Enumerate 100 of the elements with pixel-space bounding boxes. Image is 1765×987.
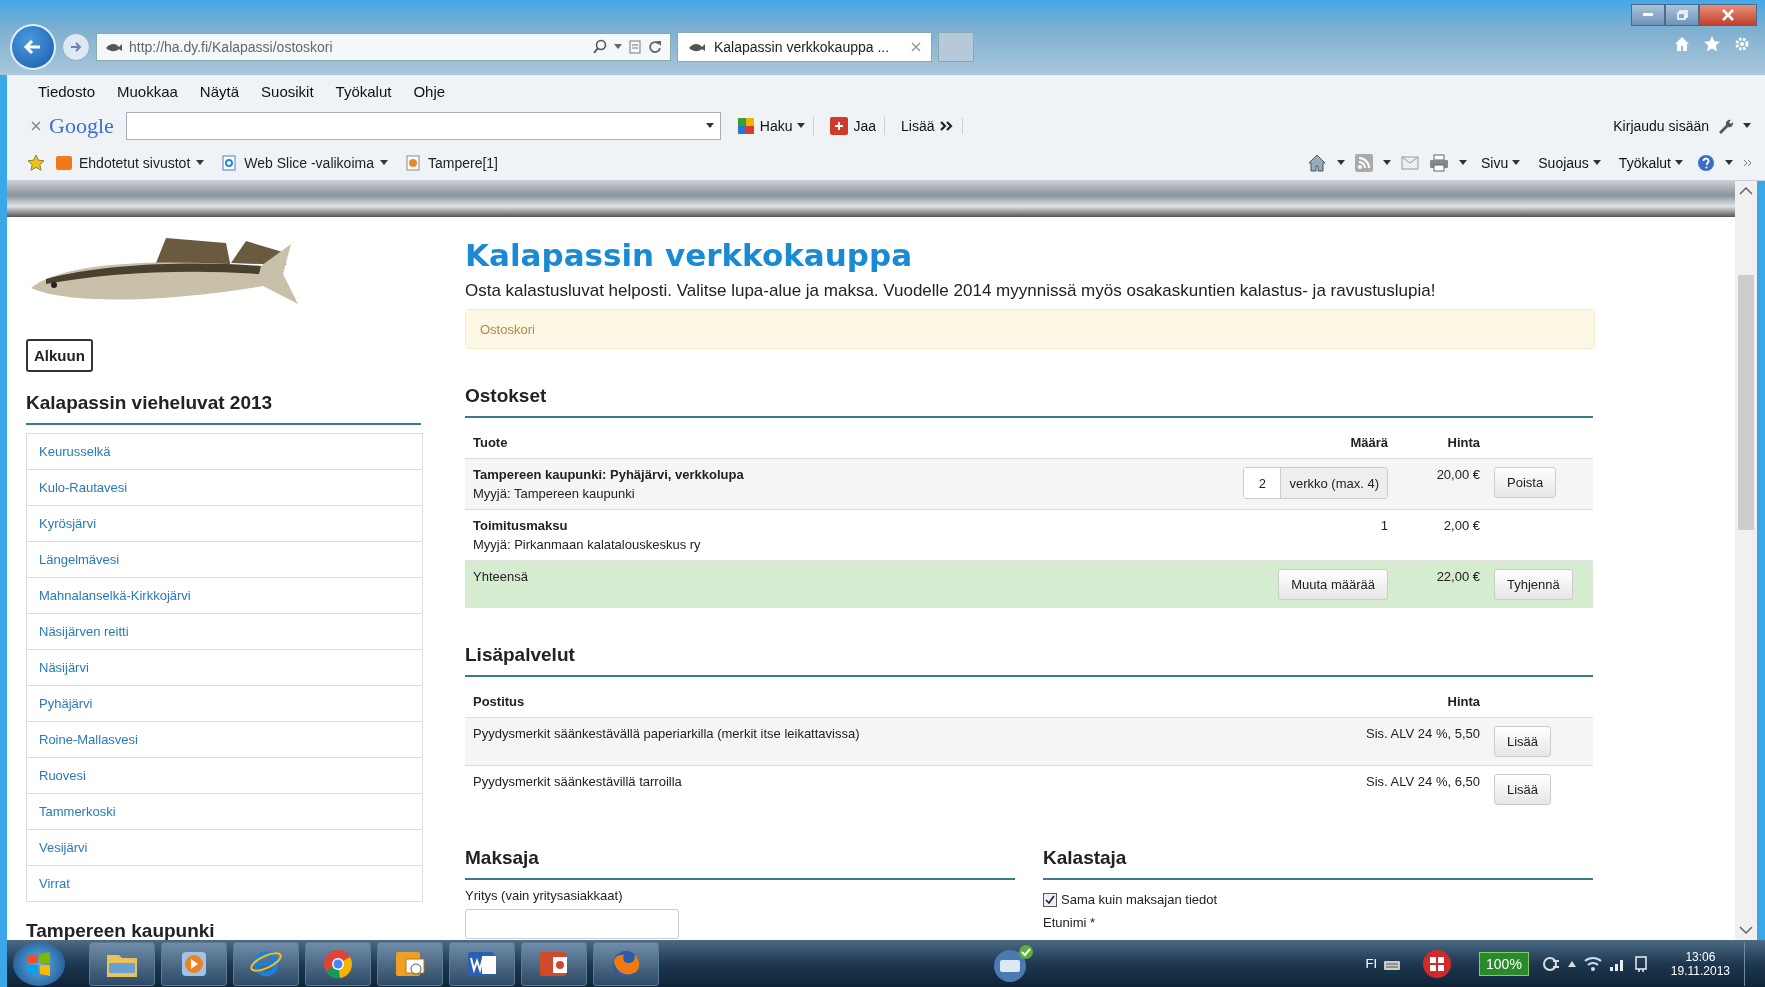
home-icon[interactable] (1307, 152, 1328, 173)
company-field[interactable] (465, 909, 679, 939)
minimize-button[interactable] (1631, 4, 1665, 26)
caret-icon (1512, 159, 1521, 166)
caret-icon (1592, 159, 1601, 166)
wrench-icon[interactable] (1717, 118, 1735, 134)
close-icon[interactable] (31, 121, 41, 131)
lake-link[interactable]: Ruovesi (27, 757, 422, 793)
clock-date: 19.11.2013 (1670, 963, 1730, 978)
update-quantity-button[interactable]: Muuta määrää (1278, 569, 1388, 600)
lake-link[interactable]: Virrat (27, 865, 422, 901)
caret-icon[interactable] (1725, 159, 1733, 166)
caret-icon[interactable] (1383, 159, 1392, 166)
field-label: Etunimi * (1043, 915, 1097, 930)
lake-link[interactable]: Näsijärven reitti (27, 613, 422, 649)
menu-item[interactable]: Ohje (402, 79, 457, 103)
caret-icon[interactable] (1743, 123, 1751, 129)
caret-icon (797, 123, 806, 129)
service-name: Pyydysmerkit säänkestävällä paperiarkilla (merkit itse leikattavissa) (473, 726, 861, 741)
command-menu[interactable]: Työkalut (1618, 154, 1683, 171)
menu-item[interactable]: Suosikit (250, 79, 325, 103)
favorite-link[interactable]: Tampere[1] (403, 154, 498, 171)
add-button[interactable]: Lisää (1494, 726, 1552, 757)
star-icon[interactable] (1703, 35, 1721, 53)
restore-icon (1676, 10, 1688, 20)
lake-link[interactable]: Näsijärvi (27, 649, 422, 685)
search-field[interactable] (125, 112, 721, 140)
home-button[interactable]: Alkuun (26, 339, 93, 372)
maximize-button[interactable] (1665, 4, 1699, 26)
lake-link[interactable]: Längelmävesi (27, 541, 422, 577)
sign-in-link[interactable]: Kirjaudu sisään (1613, 118, 1709, 134)
command-menu[interactable]: Suojaus (1538, 154, 1601, 171)
printer-icon[interactable] (1429, 153, 1450, 172)
caret-icon[interactable] (705, 123, 714, 129)
lake-link[interactable]: Tammerkoski (27, 793, 422, 829)
power-plug-icon[interactable] (1540, 955, 1561, 972)
down-chevron-icon[interactable] (1739, 926, 1753, 934)
close-button[interactable] (1699, 4, 1757, 26)
total-price: 22,00 € (1435, 569, 1480, 584)
menu-item[interactable]: Työkalut (324, 79, 403, 103)
flag-plug-icon[interactable] (1632, 954, 1649, 973)
lake-link[interactable]: Pyhäjärvi (27, 685, 422, 721)
battery-indicator[interactable]: 100% (1479, 951, 1529, 976)
taskbar-button[interactable] (449, 941, 515, 986)
double-chevron-icon[interactable] (1743, 158, 1753, 167)
clear-cart-button[interactable]: Tyhjennä (1494, 569, 1573, 600)
price-text: Sis. ALV 24 %, 6,50 (1365, 774, 1480, 789)
taskbar-button[interactable] (377, 941, 443, 986)
close-icon[interactable] (911, 42, 921, 52)
quantity-field[interactable]: 2 verkko (max. 4) (1243, 467, 1388, 499)
command-menu[interactable]: Sivu (1481, 154, 1521, 171)
column-header: Tuote (473, 435, 509, 450)
favorite-link[interactable]: Web Slice -valikoima (220, 154, 388, 171)
column-header: Hinta (1446, 694, 1480, 709)
add-button[interactable]: Lisää (1494, 774, 1552, 805)
browser-tab[interactable]: Kalapassin verkkokauppa ... (677, 32, 932, 62)
round-multicolor-icon (322, 947, 354, 980)
quantity-text: 1 (1380, 518, 1388, 533)
lake-link[interactable]: Kulo-Rautavesi (27, 469, 422, 505)
address-field[interactable]: http://ha.dy.fi/Kalapassi/ostoskori (96, 33, 671, 61)
right-arrow-icon (69, 40, 83, 54)
menu-item[interactable]: Muokkaa (106, 79, 189, 103)
round-grid-icon (1421, 947, 1454, 980)
caret-icon[interactable] (1459, 159, 1468, 166)
menu-item[interactable]: Näytä (188, 79, 251, 103)
clock-time: 13:06 (1685, 949, 1716, 964)
lake-link[interactable]: Roine-Mallasvesi (27, 721, 422, 757)
toolbar-button[interactable]: Lisää (893, 118, 963, 134)
same-as-payer-checkbox[interactable]: Sama kuin maksajan tiedot (1043, 892, 1593, 907)
lake-link[interactable]: Kyrösjärvi (27, 505, 422, 541)
search-icon[interactable] (592, 39, 608, 55)
help-icon[interactable] (1697, 153, 1715, 172)
favorite-link[interactable]: Ehdotetut sivustot (55, 154, 205, 171)
up-chevron-icon[interactable] (1739, 187, 1753, 195)
total-label: Yhteensä (473, 569, 529, 584)
scrollbar[interactable] (1735, 181, 1757, 940)
seller-text: Myyjä: Tampereen kaupunki (473, 486, 636, 501)
menu-item[interactable]: Tiedosto (27, 79, 106, 103)
wifi-icon[interactable] (1582, 955, 1603, 972)
language-indicator[interactable]: FI (1365, 956, 1378, 971)
close-icon (1722, 9, 1734, 21)
scrollbar-thumb[interactable] (1738, 275, 1754, 530)
lake-link[interactable]: Mahnalanselkä-Kirkkojärvi (27, 577, 422, 613)
lake-link[interactable]: Vesijärvi (27, 829, 422, 865)
start-button[interactable] (13, 941, 65, 986)
toolbar-button[interactable]: Haku (728, 117, 815, 135)
taskbar-button[interactable] (521, 941, 587, 986)
back-button[interactable] (10, 24, 56, 70)
forward-button[interactable] (62, 33, 90, 61)
section-heading: Ostokset (465, 385, 1593, 418)
star-icon[interactable] (27, 153, 45, 172)
lake-link[interactable]: Keurusselkä (27, 434, 422, 469)
toolbar-button[interactable]: Jaa (822, 117, 886, 135)
price-text: 2,00 € (1442, 518, 1480, 533)
url-text: http://ha.dy.fi/Kalapassi/ostoskori (129, 39, 333, 55)
up-triangle-icon[interactable] (1566, 959, 1577, 968)
remove-button[interactable]: Poista (1494, 467, 1557, 498)
caret-icon[interactable] (1337, 159, 1346, 166)
caret-icon[interactable] (614, 44, 622, 50)
refresh-icon[interactable] (648, 40, 662, 54)
